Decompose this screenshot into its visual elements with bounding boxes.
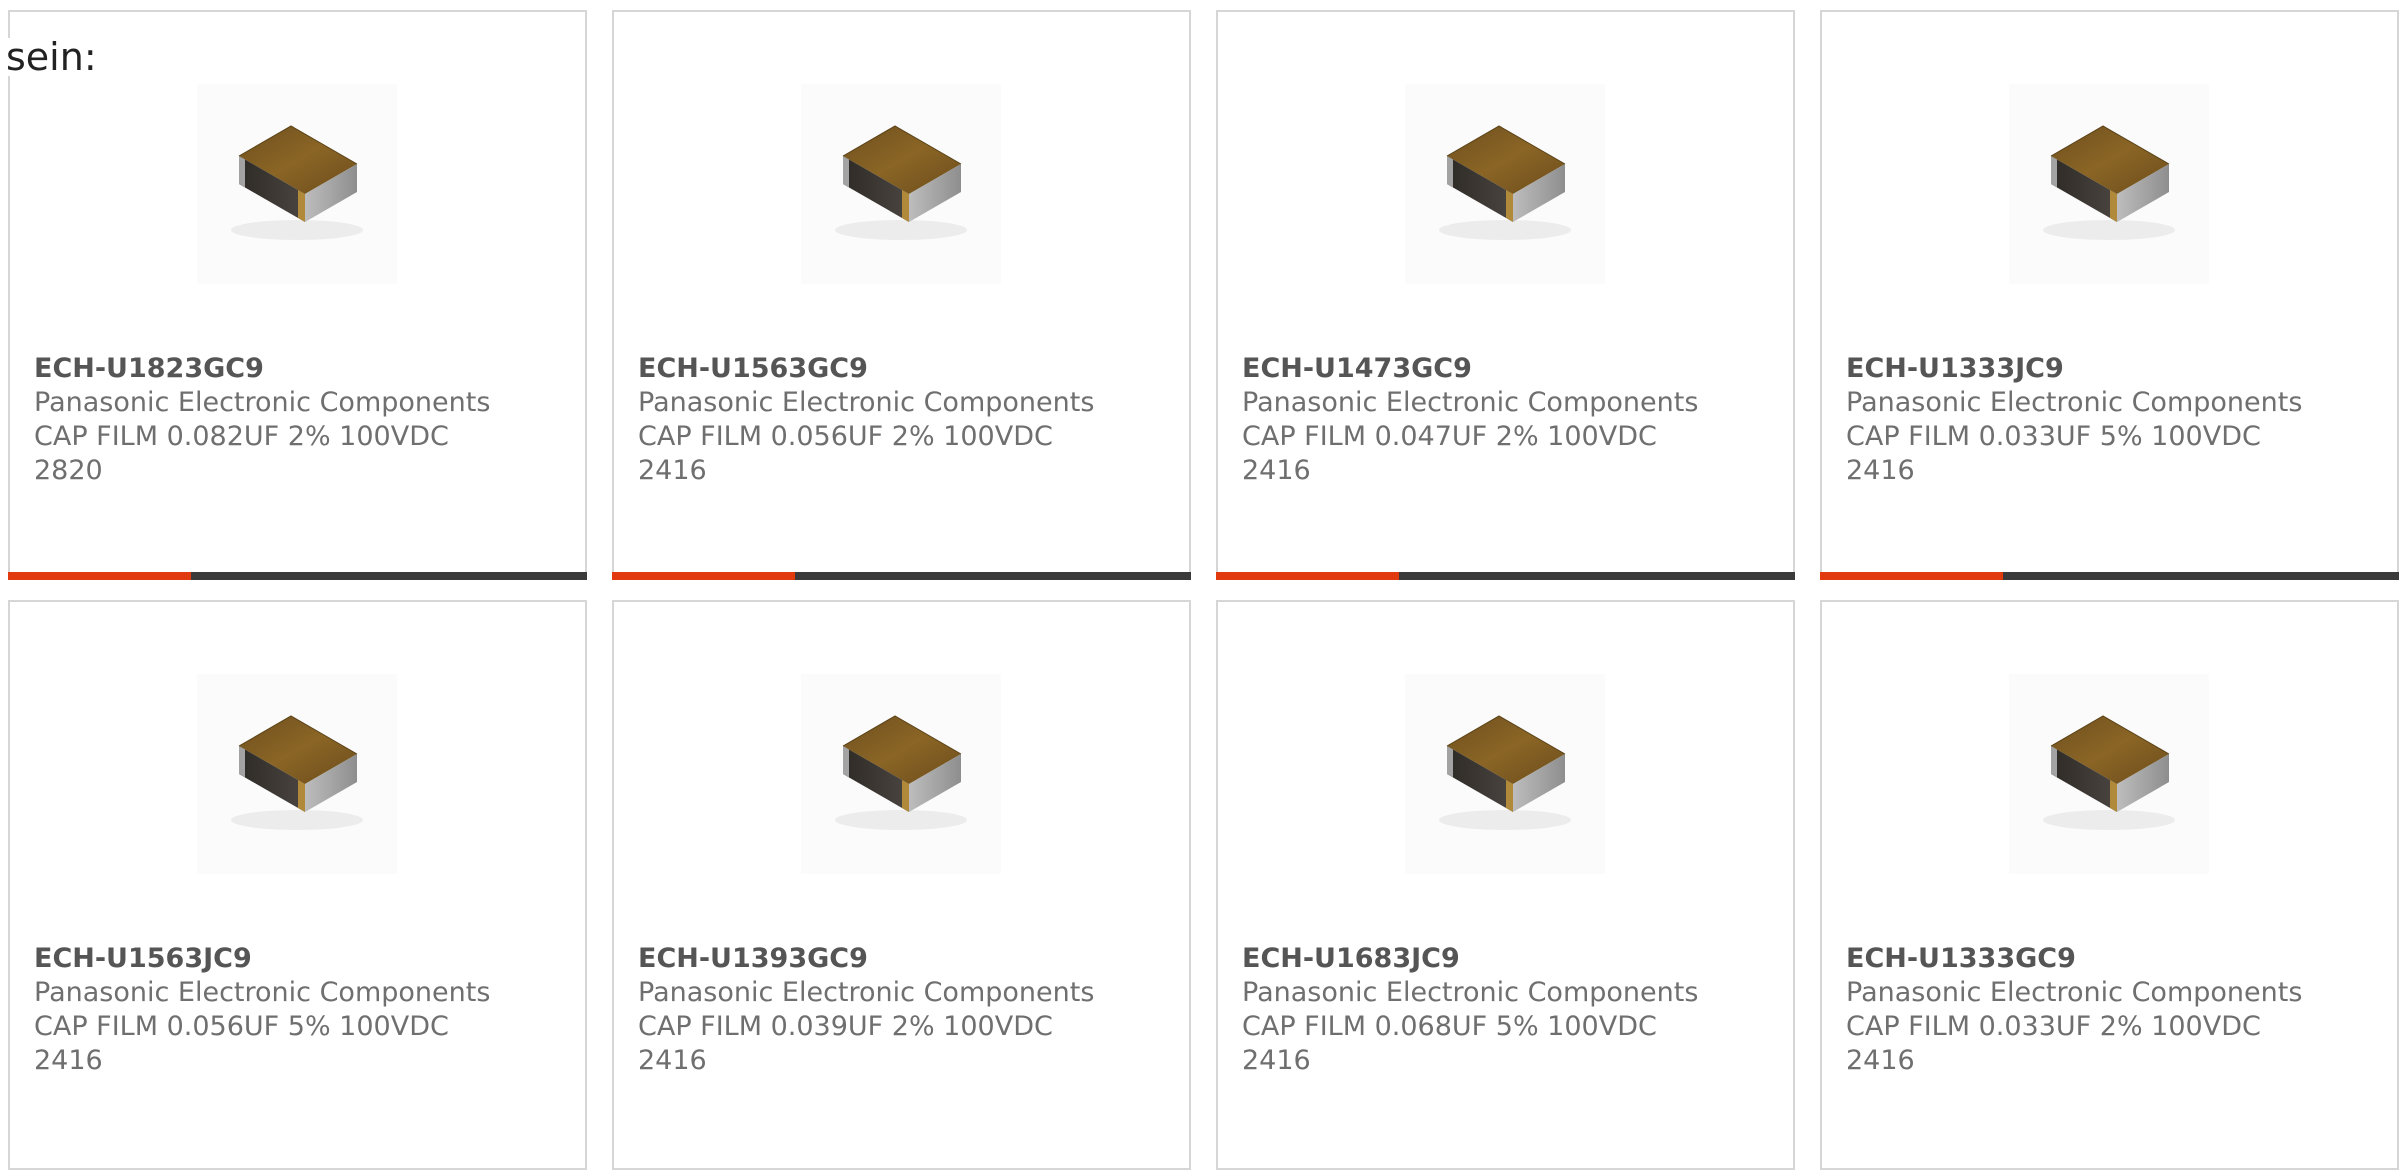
product-info: ECH-U1333GC9 Panasonic Electronic Compon… [1846, 942, 2376, 1078]
part-number[interactable]: ECH-U1563JC9 [34, 942, 564, 976]
package-size: 2820 [34, 455, 103, 486]
product-image[interactable] [2009, 84, 2209, 284]
package-size: 2416 [638, 455, 707, 486]
product-description: CAP FILM 0.056UF 2% 100VDC [638, 421, 1053, 452]
product-card[interactable]: ECH-U1683JC9 Panasonic Electronic Compon… [1216, 600, 1795, 1170]
product-image[interactable] [801, 84, 1001, 284]
package-size: 2416 [638, 1045, 707, 1076]
smd-film-capacitor-icon [2042, 125, 2176, 241]
smd-film-capacitor-icon [1438, 125, 1572, 241]
product-info: ECH-U1393GC9 Panasonic Electronic Compon… [638, 942, 1168, 1078]
part-number[interactable]: ECH-U1823GC9 [34, 352, 564, 386]
package-size: 2416 [1846, 1045, 1915, 1076]
product-image[interactable] [1405, 674, 1605, 874]
package-size: 2416 [34, 1045, 103, 1076]
product-description: CAP FILM 0.039UF 2% 100VDC [638, 1011, 1053, 1042]
part-number[interactable]: ECH-U1333JC9 [1846, 352, 2376, 386]
package-size: 2416 [1242, 455, 1311, 486]
product-image[interactable] [197, 674, 397, 874]
intro-text: sein: [6, 35, 97, 79]
product-description: CAP FILM 0.082UF 2% 100VDC [34, 421, 449, 452]
manufacturer: Panasonic Electronic Components [638, 387, 1095, 418]
product-info: ECH-U1683JC9 Panasonic Electronic Compon… [1242, 942, 1772, 1078]
part-number[interactable]: ECH-U1393GC9 [638, 942, 1168, 976]
product-image[interactable] [197, 84, 397, 284]
product-description: CAP FILM 0.033UF 5% 100VDC [1846, 421, 2261, 452]
product-card[interactable]: ECH-U1393GC9 Panasonic Electronic Compon… [612, 600, 1191, 1170]
card-footer-bar [612, 572, 1191, 580]
product-grid: ECH-U1823GC9 Panasonic Electronic Compon… [8, 10, 2400, 1170]
smd-film-capacitor-icon [834, 125, 968, 241]
product-info: ECH-U1823GC9 Panasonic Electronic Compon… [34, 352, 564, 488]
product-image[interactable] [801, 674, 1001, 874]
product-info: ECH-U1563GC9 Panasonic Electronic Compon… [638, 352, 1168, 488]
product-card[interactable]: ECH-U1333JC9 Panasonic Electronic Compon… [1820, 10, 2399, 580]
product-info: ECH-U1473GC9 Panasonic Electronic Compon… [1242, 352, 1772, 488]
part-number[interactable]: ECH-U1333GC9 [1846, 942, 2376, 976]
product-info: ECH-U1563JC9 Panasonic Electronic Compon… [34, 942, 564, 1078]
part-number[interactable]: ECH-U1473GC9 [1242, 352, 1772, 386]
package-size: 2416 [1242, 1045, 1311, 1076]
smd-film-capacitor-icon [1438, 715, 1572, 831]
product-card[interactable]: ECH-U1473GC9 Panasonic Electronic Compon… [1216, 10, 1795, 580]
product-card[interactable]: ECH-U1563GC9 Panasonic Electronic Compon… [612, 10, 1191, 580]
product-description: CAP FILM 0.056UF 5% 100VDC [34, 1011, 449, 1042]
product-description: CAP FILM 0.047UF 2% 100VDC [1242, 421, 1657, 452]
product-description: CAP FILM 0.068UF 5% 100VDC [1242, 1011, 1657, 1042]
smd-film-capacitor-icon [230, 715, 364, 831]
manufacturer: Panasonic Electronic Components [1242, 977, 1699, 1008]
smd-film-capacitor-icon [2042, 715, 2176, 831]
card-accent-bar [1820, 572, 2003, 580]
smd-film-capacitor-icon [230, 125, 364, 241]
card-footer-bar [1216, 572, 1795, 580]
product-description: CAP FILM 0.033UF 2% 100VDC [1846, 1011, 2261, 1042]
part-number[interactable]: ECH-U1683JC9 [1242, 942, 1772, 976]
manufacturer: Panasonic Electronic Components [1846, 977, 2303, 1008]
product-image[interactable] [1405, 84, 1605, 284]
manufacturer: Panasonic Electronic Components [1242, 387, 1699, 418]
manufacturer: Panasonic Electronic Components [34, 977, 491, 1008]
product-image[interactable] [2009, 674, 2209, 874]
card-accent-bar [612, 572, 795, 580]
product-info: ECH-U1333JC9 Panasonic Electronic Compon… [1846, 352, 2376, 488]
product-card[interactable]: ECH-U1563JC9 Panasonic Electronic Compon… [8, 600, 587, 1170]
card-footer-bar [8, 572, 587, 580]
card-accent-bar [1216, 572, 1399, 580]
manufacturer: Panasonic Electronic Components [1846, 387, 2303, 418]
smd-film-capacitor-icon [834, 715, 968, 831]
manufacturer: Panasonic Electronic Components [34, 387, 491, 418]
part-number[interactable]: ECH-U1563GC9 [638, 352, 1168, 386]
product-card[interactable]: ECH-U1823GC9 Panasonic Electronic Compon… [8, 10, 587, 580]
package-size: 2416 [1846, 455, 1915, 486]
manufacturer: Panasonic Electronic Components [638, 977, 1095, 1008]
product-card[interactable]: ECH-U1333GC9 Panasonic Electronic Compon… [1820, 600, 2399, 1170]
card-footer-bar [1820, 572, 2399, 580]
card-accent-bar [8, 572, 191, 580]
